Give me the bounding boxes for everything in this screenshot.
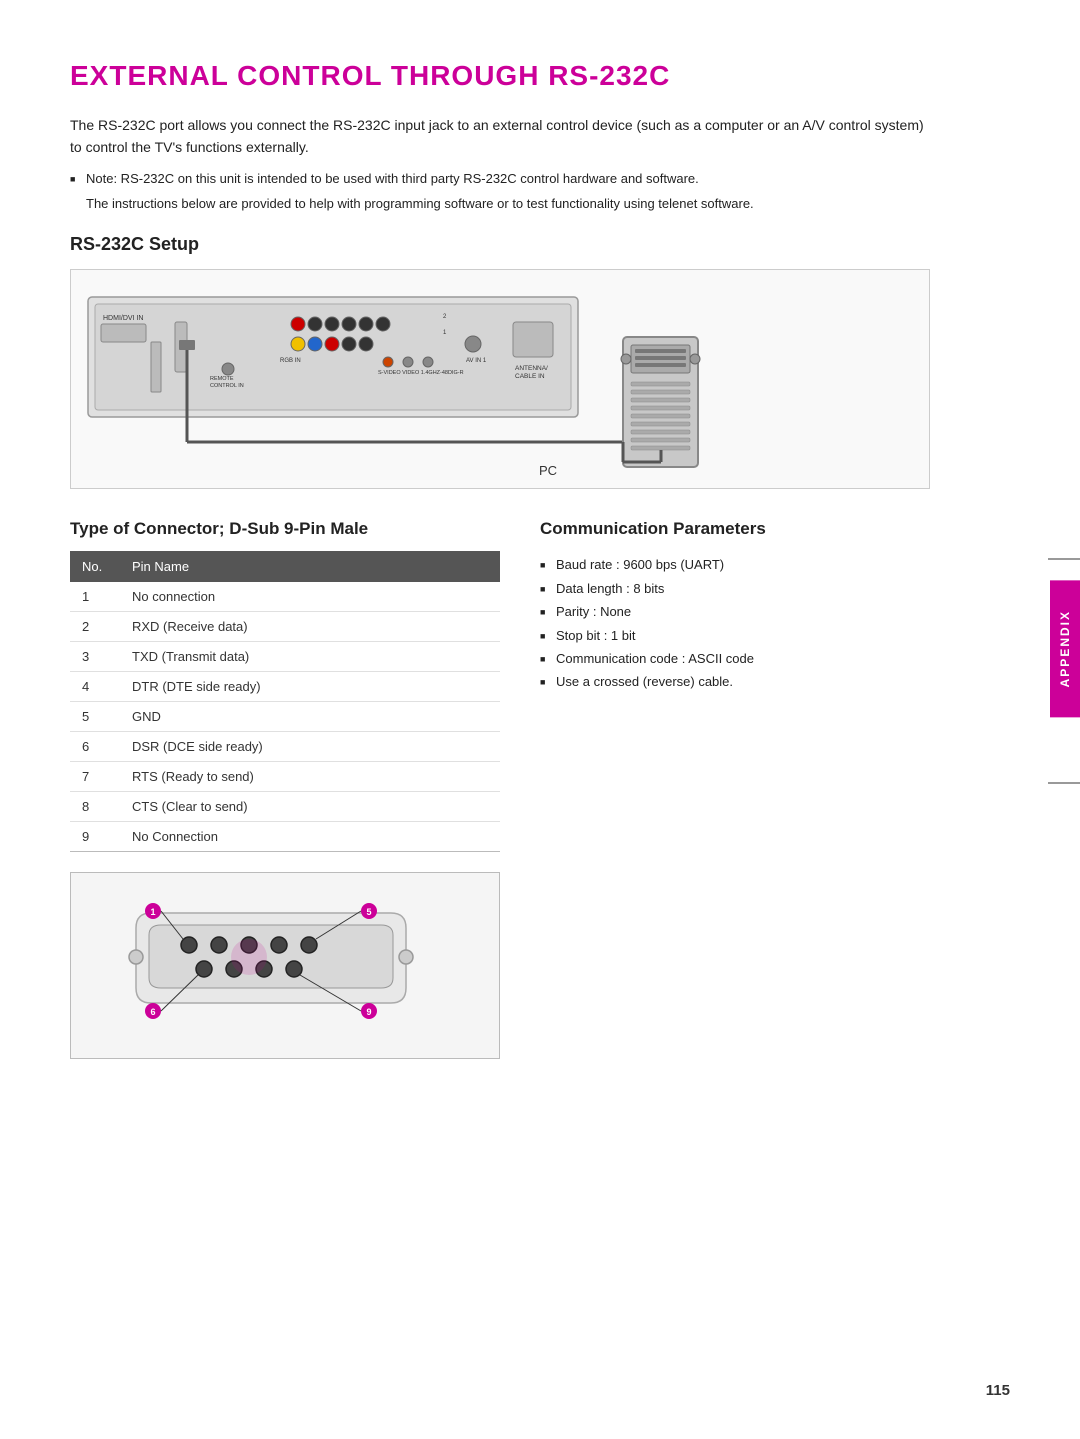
pin-name: No connection	[120, 582, 500, 612]
table-row: 4DTR (DTE side ready)	[70, 672, 500, 702]
svg-text:AV IN 1: AV IN 1	[466, 358, 487, 364]
comm-param-item: Use a crossed (reverse) cable.	[540, 670, 930, 693]
connector-column: Type of Connector; D-Sub 9-Pin Male No. …	[70, 519, 500, 1059]
note-line1: Note: RS-232C on this unit is intended t…	[70, 169, 930, 190]
comm-params-column: Communication Parameters Baud rate : 960…	[540, 519, 930, 1059]
page-title: EXTERNAL CONTROL THROUGH RS-232C	[70, 60, 930, 92]
svg-text:HDMI/DVI IN: HDMI/DVI IN	[103, 315, 143, 322]
comm-param-item: Stop bit : 1 bit	[540, 624, 930, 647]
table-row: 7RTS (Ready to send)	[70, 762, 500, 792]
pin-no: 6	[70, 732, 120, 762]
pin-no: 7	[70, 762, 120, 792]
svg-text:ANTENNA/: ANTENNA/	[515, 365, 548, 372]
pin-name: TXD (Transmit data)	[120, 642, 500, 672]
note-line2: The instructions below are provided to h…	[70, 194, 930, 215]
col-pin-header: Pin Name	[120, 551, 500, 582]
setup-heading: RS-232C Setup	[70, 234, 930, 255]
pin-name: RTS (Ready to send)	[120, 762, 500, 792]
comm-params-list: Baud rate : 9600 bps (UART)Data length :…	[540, 553, 930, 693]
appendix-label: APPENDIX	[1058, 610, 1072, 687]
appendix-border-top	[1048, 558, 1080, 560]
intro-paragraph: The RS-232C port allows you connect the …	[70, 114, 930, 159]
pin-name: No Connection	[120, 822, 500, 852]
pin-no: 1	[70, 582, 120, 612]
comm-params-title: Communication Parameters	[540, 519, 930, 539]
svg-text:RGB IN: RGB IN	[280, 358, 301, 364]
appendix-border-bottom	[1048, 782, 1080, 784]
page-number: 115	[986, 1382, 1010, 1399]
two-column-section: Type of Connector; D-Sub 9-Pin Male No. …	[70, 519, 930, 1059]
pin-name: CTS (Clear to send)	[120, 792, 500, 822]
pin-no: 8	[70, 792, 120, 822]
pin-name: DTR (DTE side ready)	[120, 672, 500, 702]
svg-text:5: 5	[366, 907, 371, 917]
table-row: 8CTS (Clear to send)	[70, 792, 500, 822]
comm-param-item: Data length : 8 bits	[540, 577, 930, 600]
comm-param-item: Baud rate : 9600 bps (UART)	[540, 553, 930, 576]
connector-title: Type of Connector; D-Sub 9-Pin Male	[70, 519, 500, 539]
table-row: 3TXD (Transmit data)	[70, 642, 500, 672]
svg-text:S-VIDEO VIDEO 1.4GHZ-48DIG: S-VIDEO VIDEO 1.4GHZ-48DIG-R	[378, 370, 464, 376]
pin-no: 2	[70, 612, 120, 642]
col-no-header: No.	[70, 551, 120, 582]
svg-text:1: 1	[150, 907, 155, 917]
pin-name: DSR (DCE side ready)	[120, 732, 500, 762]
pin-name: GND	[120, 702, 500, 732]
comm-param-item: Parity : None	[540, 600, 930, 623]
svg-text:CABLE IN: CABLE IN	[515, 373, 545, 380]
pin-no: 5	[70, 702, 120, 732]
table-row: 1No connection	[70, 582, 500, 612]
svg-text:CONTROL IN: CONTROL IN	[210, 383, 244, 389]
pin-table: No. Pin Name 1No connection2RXD (Receive…	[70, 551, 500, 852]
table-row: 2RXD (Receive data)	[70, 612, 500, 642]
comm-param-item: Communication code : ASCII code	[540, 647, 930, 670]
svg-text:PC: PC	[539, 463, 557, 478]
table-row: 9No Connection	[70, 822, 500, 852]
svg-text:6: 6	[150, 1007, 155, 1017]
table-row: 5GND	[70, 702, 500, 732]
pin-name: RXD (Receive data)	[120, 612, 500, 642]
setup-diagram: HDMI/DVI IN 2 1 RGB IN RS-232C SERVICE	[70, 269, 930, 489]
page-container: EXTERNAL CONTROL THROUGH RS-232C The RS-…	[0, 0, 1000, 1119]
dsub-diagram-svg: 1 5 6 9	[121, 893, 421, 1033]
setup-diagram-svg: HDMI/DVI IN 2 1 RGB IN RS-232C SERVICE	[83, 282, 733, 482]
pin-no: 9	[70, 822, 120, 852]
svg-text:REMOTE: REMOTE	[210, 376, 234, 382]
pin-no: 4	[70, 672, 120, 702]
appendix-tab: APPENDIX	[1050, 580, 1080, 717]
svg-text:9: 9	[366, 1007, 371, 1017]
table-row: 6DSR (DCE side ready)	[70, 732, 500, 762]
pin-no: 3	[70, 642, 120, 672]
dsub-diagram-box: 1 5 6 9	[70, 872, 500, 1059]
